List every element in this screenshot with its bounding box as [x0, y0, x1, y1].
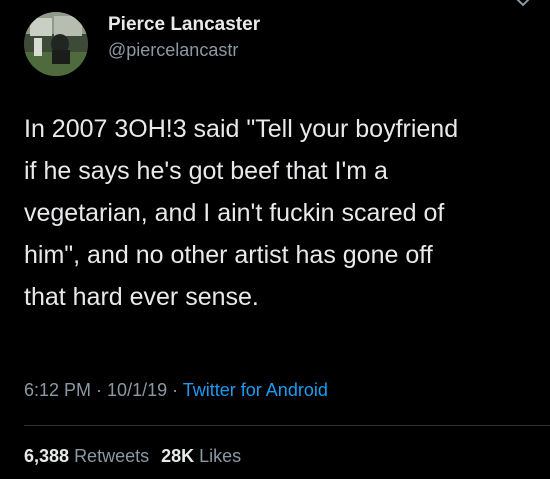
tweet-date[interactable]: 10/1/19 — [107, 380, 167, 400]
meta-separator: · — [167, 380, 183, 400]
tweet-metadata: 6:12 PM · 10/1/19 · Twitter for Android — [24, 380, 328, 401]
tweet-source-link[interactable]: Twitter for Android — [183, 380, 328, 400]
retweets-label: Retweets — [74, 446, 150, 466]
likes-stat[interactable]: 28K Likes — [161, 446, 241, 466]
retweets-stat[interactable]: 6,388 Retweets — [24, 446, 149, 466]
profile-photo-icon — [24, 12, 88, 76]
display-name[interactable]: Pierce Lancaster — [108, 14, 260, 36]
likes-count: 28K — [161, 446, 195, 466]
tweet-time[interactable]: 6:12 PM — [24, 380, 91, 400]
retweets-count: 6,388 — [24, 446, 70, 466]
tweet-text: In 2007 3OH!3 said "Tell your boyfriend … — [24, 115, 459, 311]
user-handle[interactable]: @piercelancastr — [108, 40, 238, 61]
likes-label: Likes — [199, 446, 242, 466]
divider — [24, 425, 550, 426]
tweet-card: Pierce Lancaster @piercelancastr In 2007… — [0, 0, 550, 479]
chevron-down-icon[interactable] — [514, 0, 532, 8]
tweet-stats: 6,388 Retweets 28K Likes — [24, 446, 241, 467]
avatar[interactable] — [24, 12, 88, 76]
meta-separator: · — [91, 380, 108, 400]
